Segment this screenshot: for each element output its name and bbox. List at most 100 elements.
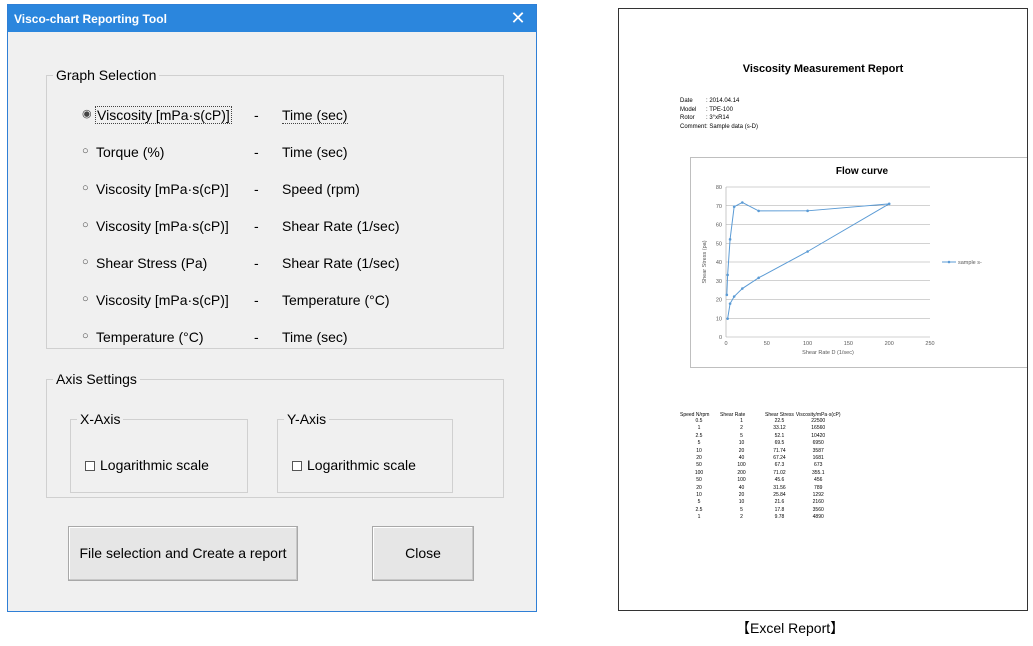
table-cell: 31.56 bbox=[773, 484, 786, 491]
table-cell: 20 bbox=[738, 492, 745, 499]
table-cell: 69.5 bbox=[774, 440, 785, 447]
table-cell: 21.6 bbox=[774, 499, 785, 506]
table-cell: 4890 bbox=[812, 514, 824, 521]
y-axis-log-checkbox[interactable]: Logarithmic scale bbox=[292, 457, 416, 473]
data-point bbox=[741, 287, 744, 290]
chart-title: Flow curve bbox=[836, 166, 889, 177]
x-tick-label: 150 bbox=[844, 341, 853, 347]
table-cell: 9.78 bbox=[774, 514, 785, 521]
table-row: 1 2 33.12 16560 bbox=[679, 425, 842, 432]
y-tick-label: 30 bbox=[716, 279, 722, 285]
table-row: 10 20 25.84 1292 bbox=[679, 492, 842, 499]
table-cell: 10420 bbox=[811, 432, 826, 439]
x-tick-label: 250 bbox=[925, 341, 934, 347]
table-cell: 0.5 bbox=[695, 418, 703, 424]
y-tick-label: 70 bbox=[716, 204, 722, 210]
table-row: 0.5 1 22.5 22500 bbox=[679, 418, 842, 425]
data-point bbox=[728, 238, 732, 241]
report-data-table: Speed N/rpm Shear Rate Shear Stress Viscosi… bbox=[679, 412, 842, 522]
meta-value: : Sample data (s-D) bbox=[706, 123, 759, 130]
table-cell: 52.1 bbox=[774, 432, 785, 439]
legend-marker bbox=[947, 260, 951, 264]
table-cell: 20 bbox=[696, 455, 702, 462]
radio-selected-icon[interactable]: ◉ bbox=[82, 109, 92, 120]
graph-selection-legend: Graph Selection bbox=[56, 67, 157, 83]
table-cell: 355.1 bbox=[811, 469, 825, 476]
y-tick-label: 50 bbox=[716, 241, 722, 247]
report-title: Viscosity Measurement Report bbox=[742, 63, 904, 75]
table-cell: 100 bbox=[694, 469, 704, 476]
legend-label: sample s- bbox=[958, 260, 982, 266]
graph-option-x-label: Time (sec) bbox=[282, 107, 348, 124]
axis-settings-legend: Axis Settings bbox=[56, 371, 137, 387]
meta-key: Rotor bbox=[680, 115, 695, 121]
table-cell: 22500 bbox=[811, 418, 826, 424]
window-title: Visco-chart Reporting Tool bbox=[14, 12, 167, 26]
x-tick-label: 200 bbox=[885, 341, 894, 347]
table-cell: 22.5 bbox=[774, 418, 785, 424]
create-report-button[interactable]: File selection and Create a report bbox=[68, 526, 298, 581]
table-cell: 100 bbox=[737, 477, 746, 484]
table-cell: 3560 bbox=[812, 506, 824, 513]
graph-option-separator: - bbox=[254, 255, 259, 271]
title-bar: Visco-chart Reporting Tool ✕ bbox=[8, 5, 536, 32]
data-point bbox=[741, 201, 744, 204]
graph-option-separator: - bbox=[254, 144, 259, 160]
radio-unselected-icon[interactable]: ○ bbox=[82, 220, 92, 231]
data-point bbox=[806, 209, 809, 213]
table-cell: 67.24 bbox=[773, 455, 786, 462]
table-cell: 67.3 bbox=[774, 462, 785, 469]
checkbox-box[interactable] bbox=[85, 461, 95, 471]
x-tick-label: 100 bbox=[803, 341, 812, 347]
checkbox-box[interactable] bbox=[292, 461, 302, 471]
close-window-icon[interactable]: ✕ bbox=[507, 7, 529, 29]
table-cell: 5 bbox=[740, 432, 743, 439]
table-cell: 71.74 bbox=[773, 447, 786, 454]
y-tick-label: 40 bbox=[716, 260, 722, 266]
flow-curve-chart: Flow curve 0 10 20 30 40 50 60 70 80 0 50 100 150 200 2… bbox=[690, 157, 1027, 368]
graph-option-y-label: Viscosity [mPa·s(cP)] bbox=[96, 292, 229, 308]
x-axis-log-checkbox[interactable]: Logarithmic scale bbox=[85, 457, 209, 473]
table-cell: 20 bbox=[738, 447, 745, 454]
data-point bbox=[757, 276, 760, 280]
graph-option-y-label: Viscosity [mPa·s(cP)] bbox=[96, 218, 229, 234]
table-cell: 456 bbox=[814, 477, 823, 484]
data-point bbox=[757, 209, 760, 213]
meta-key: Date bbox=[680, 98, 693, 104]
graph-option-y-label: Torque (%) bbox=[96, 144, 165, 160]
close-button[interactable]: Close bbox=[372, 526, 474, 581]
table-cell: 10 bbox=[696, 492, 702, 499]
graph-option-x-label: Shear Rate (1/sec) bbox=[282, 255, 400, 271]
reporting-tool-dialog: Visco-chart Reporting Tool ✕ Graph Selec… bbox=[7, 4, 537, 612]
data-point bbox=[728, 302, 732, 305]
y-axis-group: Y-Axis Logarithmic scale bbox=[277, 411, 453, 493]
radio-unselected-icon[interactable]: ○ bbox=[82, 331, 92, 342]
radio-unselected-icon[interactable]: ○ bbox=[82, 294, 92, 305]
radio-unselected-icon[interactable]: ○ bbox=[82, 146, 92, 157]
table-cell: 33.12 bbox=[773, 425, 786, 432]
graph-option-x-label: Temperature (°C) bbox=[282, 292, 390, 308]
excel-report-caption: 【Excel Report】 bbox=[736, 620, 845, 636]
table-row: 10 20 71.74 3587 bbox=[679, 448, 842, 455]
data-point bbox=[726, 273, 729, 277]
y-tick-label: 0 bbox=[719, 335, 722, 341]
data-point bbox=[887, 202, 891, 206]
table-cell: 2.5 bbox=[695, 432, 703, 439]
report-meta: Date: 2014.04.14 Model: TPE-100 Rotor: 3°x… bbox=[680, 97, 758, 131]
table-cell: 2.5 bbox=[695, 506, 703, 513]
table-cell: 50 bbox=[696, 477, 702, 484]
table-cell: 5 bbox=[740, 506, 743, 513]
table-cell: 10 bbox=[696, 447, 702, 454]
radio-unselected-icon[interactable]: ○ bbox=[82, 257, 92, 268]
table-cell: 17.8 bbox=[774, 506, 785, 513]
table-cell: 2 bbox=[740, 425, 743, 432]
table-cell: 20 bbox=[696, 484, 702, 491]
table-cell: 40 bbox=[738, 455, 745, 462]
table-cell: 100 bbox=[737, 462, 746, 469]
table-cell: 5 bbox=[697, 440, 701, 447]
table-cell: 1292 bbox=[812, 492, 824, 499]
graph-option-separator: - bbox=[254, 329, 259, 345]
radio-unselected-icon[interactable]: ○ bbox=[82, 183, 92, 194]
table-cell: 40 bbox=[738, 484, 745, 491]
x-tick-label: 50 bbox=[764, 341, 770, 347]
